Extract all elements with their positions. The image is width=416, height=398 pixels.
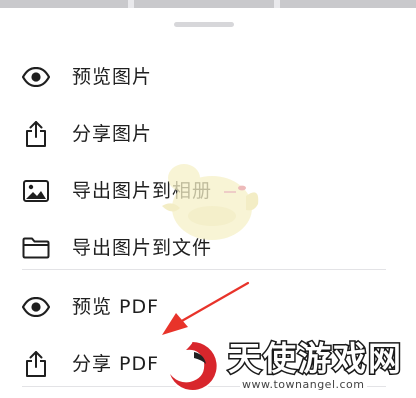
site-url-watermark: www.townangel.com [240,378,367,391]
background-strip [0,0,416,8]
svg-text:天使游戏网: 天使游戏网 [228,339,403,378]
share-icon [22,351,50,377]
eye-icon [22,294,50,320]
eye-icon [22,64,50,90]
site-name-watermark: 天使游戏网 [227,338,403,378]
share-icon [22,121,50,147]
section-divider [22,269,386,270]
menu-item-label: 预览 PDF [72,296,160,318]
annotation-arrow [162,281,250,335]
background-thumbnail [134,0,274,8]
mascot-watermark [162,164,259,240]
menu-item-label: 分享 PDF [72,353,160,375]
background-thumbnail [280,0,416,8]
image-icon [22,178,50,204]
folder-icon [22,235,50,261]
menu-item-label: 分享图片 [72,123,153,145]
drag-handle[interactable] [174,22,234,27]
background-thumbnail [0,0,128,8]
menu-item-preview-image[interactable]: 预览图片 [0,48,416,105]
site-logo [166,340,218,392]
menu-item-share-image[interactable]: 分享图片 [0,105,416,162]
menu-item-label: 预览图片 [72,66,153,88]
